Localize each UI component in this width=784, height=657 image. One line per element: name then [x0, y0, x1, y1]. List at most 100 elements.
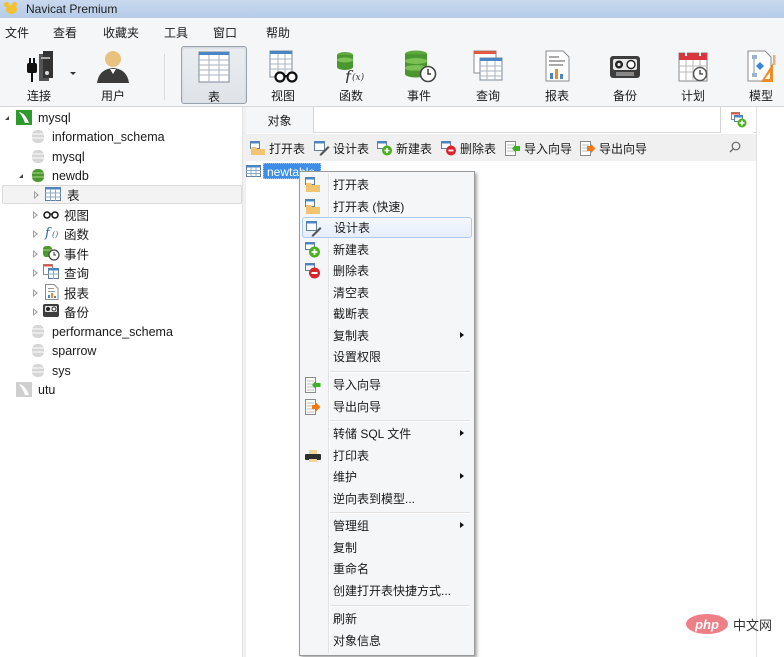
open-table-button[interactable]: 打开表 [250, 139, 305, 157]
tree-label: 表 [67, 189, 80, 203]
menu-item-copy[interactable]: 复制 [302, 537, 472, 558]
menu-item-truncate-table[interactable]: 截断表 [302, 303, 472, 324]
tab-objects[interactable]: 对象 [246, 107, 314, 133]
menu-view[interactable]: 查看 [53, 24, 77, 41]
menu-item-manage-group[interactable]: 管理组 [302, 515, 472, 536]
tree-label: 查询 [64, 267, 90, 281]
connect-button[interactable]: 连接 [6, 46, 72, 104]
connect-dropdown-icon[interactable] [70, 72, 76, 75]
menu-item-export-wizard[interactable]: 导出向导 [302, 396, 472, 417]
collapse-toggle-icon[interactable] [33, 289, 38, 297]
report-icon [537, 49, 577, 83]
navigation-tree: mysql information_schema mysql newdb 表 视… [0, 107, 243, 657]
search-icon[interactable] [729, 141, 741, 153]
export-icon [580, 140, 596, 156]
menu-item-open-table[interactable]: 打开表 [302, 174, 472, 195]
menu-item-label: 刷新 [333, 612, 358, 626]
expand-toggle-icon[interactable] [19, 174, 23, 178]
tree-connection-utu[interactable]: utu [0, 380, 243, 399]
tree-db-information-schema[interactable]: information_schema [0, 127, 243, 146]
export-wizard-button[interactable]: 导出向导 [580, 139, 647, 157]
right-panel-edge [756, 107, 784, 657]
new-tab-button[interactable] [720, 107, 754, 133]
event-button[interactable]: 事件 [386, 46, 452, 104]
menu-item-label: 导入向导 [333, 378, 382, 392]
delete-table-icon [441, 140, 457, 156]
report-button[interactable]: 报表 [524, 46, 590, 104]
tree-db-newdb[interactable]: newdb [0, 166, 243, 185]
export-wizard-label: 导出向导 [599, 141, 648, 156]
menu-window[interactable]: 窗口 [213, 24, 237, 41]
tree-node-events[interactable]: 事件 [0, 244, 243, 263]
collapse-toggle-icon[interactable] [33, 230, 38, 238]
submenu-arrow-icon [460, 430, 464, 436]
function-button[interactable]: f (x) 函数 [318, 46, 384, 104]
menu-tools[interactable]: 工具 [164, 24, 188, 41]
collapse-toggle-icon[interactable] [34, 191, 39, 199]
tree-node-queries[interactable]: 查询 [0, 263, 243, 282]
tree-db-sys[interactable]: sys [0, 361, 243, 380]
tree-connection-mysql[interactable]: mysql [0, 108, 243, 127]
user-button[interactable]: 用户 [80, 46, 146, 104]
tree-db-mysql[interactable]: mysql [0, 147, 243, 166]
event-clock-icon [43, 245, 60, 261]
window-title: Navicat Premium [26, 2, 118, 16]
tree-label: newdb [52, 168, 89, 183]
menu-item-duplicate-table[interactable]: 复制表 [302, 325, 472, 346]
schedule-button[interactable]: 计划 [660, 46, 726, 104]
menu-item-empty-table[interactable]: 清空表 [302, 282, 472, 303]
collapse-toggle-icon[interactable] [33, 269, 38, 277]
main-toolbar: 连接 用户 表 视图 f (x) 函数 事件 查询 报表 备份 计划 模型 [0, 44, 784, 107]
toolbar-separator [164, 54, 165, 100]
calendar-icon [673, 49, 713, 83]
menu-item-import-wizard[interactable]: 导入向导 [302, 374, 472, 395]
database-inactive-icon [32, 363, 48, 378]
view-label: 视图 [270, 89, 295, 103]
tree-db-performance-schema[interactable]: performance_schema [0, 322, 243, 341]
collapse-toggle-icon[interactable] [33, 211, 38, 219]
open-table-label: 打开表 [269, 141, 306, 156]
menu-item-reverse-to-model[interactable]: 逆向表到模型... [302, 488, 472, 509]
tree-node-reports[interactable]: 报表 [0, 283, 243, 302]
table-button[interactable]: 表 [181, 46, 247, 104]
menu-help[interactable]: 帮助 [266, 24, 290, 41]
new-table-icon [305, 242, 321, 258]
tree-node-views[interactable]: 视图 [0, 205, 243, 224]
menu-item-delete-table[interactable]: 删除表 [302, 260, 472, 281]
menu-item-object-info[interactable]: 对象信息 [302, 630, 472, 651]
collapse-toggle-icon[interactable] [33, 250, 38, 258]
menu-item-print-table[interactable]: 打印表 [302, 445, 472, 466]
tree-node-backups[interactable]: 备份 [0, 302, 243, 321]
tree-db-sparrow[interactable]: sparrow [0, 341, 243, 360]
menu-item-create-shortcut[interactable]: 创建打开表快捷方式... [302, 580, 472, 601]
tree-node-tables[interactable]: 表 [2, 185, 242, 204]
tree-label: sparrow [52, 343, 97, 358]
menu-favorites[interactable]: 收藏夹 [103, 24, 139, 41]
model-button[interactable]: 模型 [728, 46, 784, 104]
view-button[interactable]: 视图 [250, 46, 316, 104]
menu-item-new-table[interactable]: 新建表 [302, 239, 472, 260]
menu-separator [330, 371, 470, 372]
menu-file[interactable]: 文件 [5, 24, 29, 41]
menu-item-open-table-fast[interactable]: 打开表 (快速) [302, 196, 472, 217]
database-active-icon [32, 168, 48, 183]
delete-table-button[interactable]: 删除表 [441, 139, 496, 157]
new-table-button[interactable]: 新建表 [377, 139, 432, 157]
tree-node-functions[interactable]: f() 函数 [0, 224, 243, 243]
menu-item-rename[interactable]: 重命名 [302, 558, 472, 579]
menu-item-set-permissions[interactable]: 设置权限 [302, 346, 472, 367]
backup-button[interactable]: 备份 [592, 46, 658, 104]
connect-label: 连接 [26, 89, 51, 103]
design-table-button[interactable]: 设计表 [314, 139, 369, 157]
tree-label: 备份 [64, 306, 90, 320]
menu-item-refresh[interactable]: 刷新 [302, 608, 472, 629]
menu-item-label: 打印表 [333, 449, 370, 463]
table-icon [45, 187, 61, 202]
menu-item-maintain[interactable]: 维护 [302, 466, 472, 487]
menu-item-dump-sql[interactable]: 转储 SQL 文件 [302, 423, 472, 444]
import-wizard-button[interactable]: 导入向导 [505, 139, 572, 157]
query-button[interactable]: 查询 [455, 46, 521, 104]
menu-item-design-table[interactable]: 设计表 [302, 217, 472, 238]
collapse-toggle-icon[interactable] [33, 308, 38, 316]
expand-toggle-icon[interactable] [5, 116, 9, 120]
